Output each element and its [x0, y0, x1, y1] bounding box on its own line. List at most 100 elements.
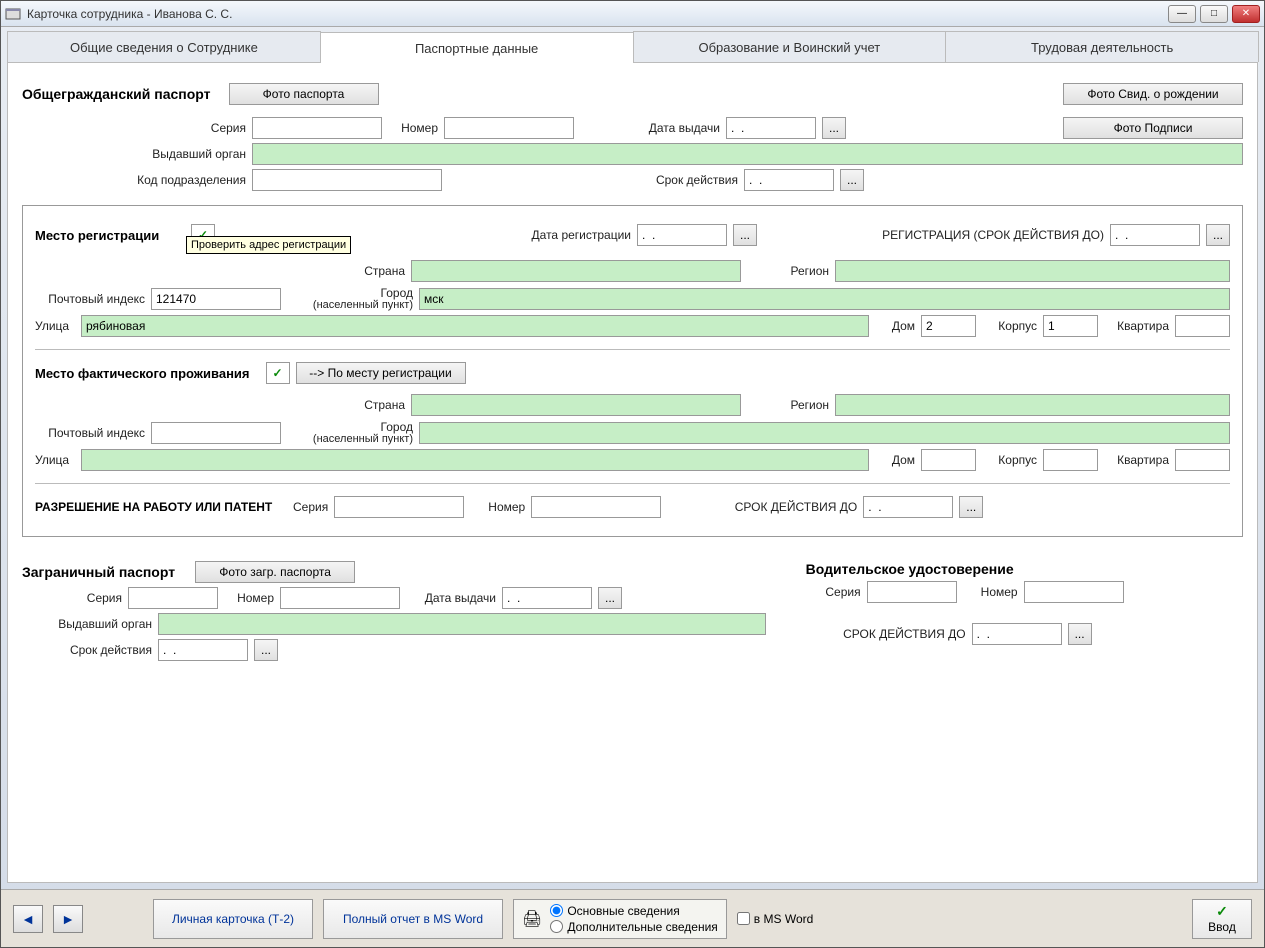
issue-date-input[interactable]	[726, 117, 816, 139]
res-flat-label: Квартира	[1104, 453, 1169, 467]
series-label: Серия	[22, 121, 246, 135]
driver-validity-picker-button[interactable]: ...	[1068, 623, 1092, 645]
res-region-input[interactable]	[835, 394, 1230, 416]
registration-heading: Место регистрации	[35, 228, 185, 243]
foreign-issuer-input[interactable]	[158, 613, 766, 635]
foreign-issue-date-label: Дата выдачи	[406, 591, 496, 605]
footer: ◄ ► Личная карточка (Т-2) Полный отчет в…	[1, 889, 1264, 947]
foreign-series-label: Серия	[22, 591, 122, 605]
res-building-input[interactable]	[1043, 449, 1098, 471]
house-input[interactable]	[921, 315, 976, 337]
msword-checkbox[interactable]: в MS Word	[737, 912, 814, 926]
tab-bar: Общие сведения о Сотруднике Паспортные д…	[7, 31, 1258, 63]
region-input[interactable]	[835, 260, 1230, 282]
printer-icon[interactable]: 🖨	[522, 909, 542, 929]
next-button[interactable]: ►	[53, 905, 83, 933]
number-input[interactable]	[444, 117, 574, 139]
personal-card-button[interactable]: Личная карточка (Т-2)	[153, 899, 313, 939]
birth-cert-photo-button[interactable]: Фото Свид. о рождении	[1063, 83, 1243, 105]
maximize-button[interactable]: □	[1200, 5, 1228, 23]
window: Карточка сотрудника - Иванова С. С. — □ …	[0, 0, 1265, 948]
check-icon: ✓	[1216, 903, 1228, 920]
permit-number-input[interactable]	[531, 496, 661, 518]
tab-passport[interactable]: Паспортные данные	[320, 32, 634, 63]
permit-validity-input[interactable]	[863, 496, 953, 518]
res-postal-label: Почтовый индекс	[35, 426, 145, 440]
street-input[interactable]	[81, 315, 869, 337]
res-city-input[interactable]	[419, 422, 1230, 444]
minimize-button[interactable]: —	[1168, 5, 1196, 23]
house-label: Дом	[875, 319, 915, 333]
driver-validity-input[interactable]	[972, 623, 1062, 645]
city-input[interactable]	[419, 288, 1230, 310]
res-city-sublabel: (населенный пункт)	[287, 434, 413, 445]
content-area: Общегражданский паспорт Фото паспорта Фо…	[7, 63, 1258, 883]
issue-date-picker-button[interactable]: ...	[822, 117, 846, 139]
foreign-issue-date-picker-button[interactable]: ...	[598, 587, 622, 609]
validity-input[interactable]	[744, 169, 834, 191]
country-input[interactable]	[411, 260, 741, 282]
series-input[interactable]	[252, 117, 382, 139]
tab-general[interactable]: Общие сведения о Сотруднике	[7, 31, 321, 62]
flat-label: Квартира	[1104, 319, 1169, 333]
validity-picker-button[interactable]: ...	[840, 169, 864, 191]
res-city-label: Город	[287, 420, 413, 434]
enter-button[interactable]: ✓ Ввод	[1192, 899, 1252, 939]
postal-label: Почтовый индекс	[35, 292, 145, 306]
reg-date-picker-button[interactable]: ...	[733, 224, 757, 246]
issuer-input[interactable]	[252, 143, 1243, 165]
building-input[interactable]	[1043, 315, 1098, 337]
foreign-series-input[interactable]	[128, 587, 218, 609]
radio-main[interactable]: Основные сведения	[550, 904, 717, 918]
permit-series-input[interactable]	[334, 496, 464, 518]
res-house-input[interactable]	[921, 449, 976, 471]
reg-validity-picker-button[interactable]: ...	[1206, 224, 1230, 246]
res-region-label: Регион	[747, 398, 829, 412]
foreign-issue-date-input[interactable]	[502, 587, 592, 609]
foreign-number-label: Номер	[224, 591, 274, 605]
driver-number-input[interactable]	[1024, 581, 1124, 603]
permit-validity-label: СРОК ДЕЙСТВИЯ ДО	[667, 500, 857, 514]
driver-series-input[interactable]	[867, 581, 957, 603]
signature-photo-button[interactable]: Фото Подписи	[1063, 117, 1243, 139]
verify-residence-button[interactable]: ✓	[266, 362, 290, 384]
number-label: Номер	[388, 121, 438, 135]
foreign-number-input[interactable]	[280, 587, 400, 609]
res-street-input[interactable]	[81, 449, 869, 471]
foreign-photo-button[interactable]: Фото загр. паспорта	[195, 561, 355, 583]
res-postal-input[interactable]	[151, 422, 281, 444]
print-group: 🖨 Основные сведения Дополнительные сведе…	[513, 899, 727, 939]
res-house-label: Дом	[875, 453, 915, 467]
city-sublabel: (населенный пункт)	[287, 300, 413, 311]
close-button[interactable]: ✕	[1232, 5, 1260, 23]
permit-validity-picker-button[interactable]: ...	[959, 496, 983, 518]
dept-code-label: Код подразделения	[22, 173, 246, 187]
res-country-input[interactable]	[411, 394, 741, 416]
validity-label: Срок действия	[448, 173, 738, 187]
permit-number-label: Номер	[470, 500, 525, 514]
tab-work[interactable]: Трудовая деятельность	[945, 31, 1259, 62]
full-report-button[interactable]: Полный отчет в MS Word	[323, 899, 503, 939]
res-building-label: Корпус	[982, 453, 1037, 467]
reg-date-input[interactable]	[637, 224, 727, 246]
res-street-label: Улица	[35, 453, 75, 467]
dept-code-input[interactable]	[252, 169, 442, 191]
postal-input[interactable]	[151, 288, 281, 310]
res-flat-input[interactable]	[1175, 449, 1230, 471]
app-icon	[5, 6, 21, 22]
reg-validity-input[interactable]	[1110, 224, 1200, 246]
flat-input[interactable]	[1175, 315, 1230, 337]
foreign-issuer-label: Выдавший орган	[22, 617, 152, 631]
radio-extra[interactable]: Дополнительные сведения	[550, 920, 717, 934]
prev-button[interactable]: ◄	[13, 905, 43, 933]
passport-photo-button[interactable]: Фото паспорта	[229, 83, 379, 105]
passport-heading: Общегражданский паспорт	[22, 86, 211, 102]
foreign-validity-input[interactable]	[158, 639, 248, 661]
res-country-label: Страна	[35, 398, 405, 412]
permit-heading: РАЗРЕШЕНИЕ НА РАБОТУ ИЛИ ПАТЕНТ	[35, 500, 272, 514]
tab-education[interactable]: Образование и Воинский учет	[633, 31, 947, 62]
foreign-validity-picker-button[interactable]: ...	[254, 639, 278, 661]
verify-address-tooltip: Проверить адрес регистрации	[186, 236, 351, 254]
driver-heading: Водительское удостоверение	[806, 561, 1014, 577]
copy-registration-button[interactable]: --> По месту регистрации	[296, 362, 466, 384]
